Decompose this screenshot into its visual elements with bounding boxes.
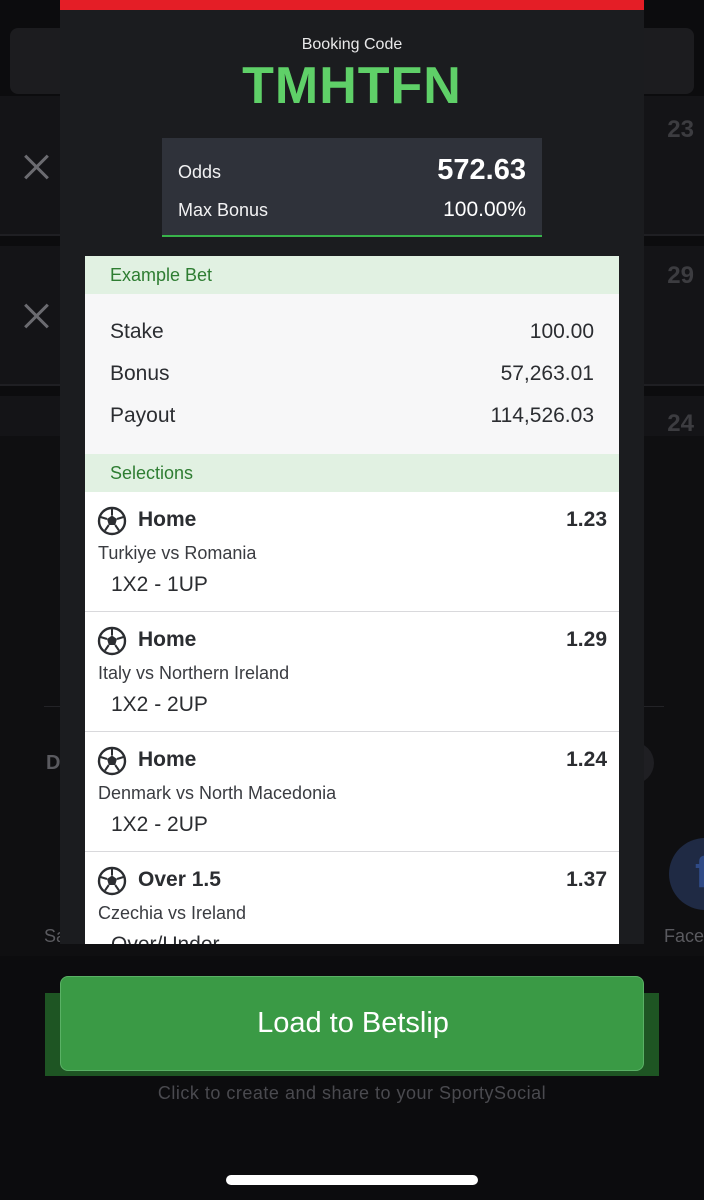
soccer-ball-icon [97,866,127,896]
selection-odd: 1.23 [566,508,607,531]
selections-heading: Selections [110,463,194,483]
selection-market: 1X2 - 1UP [111,573,208,596]
soccer-ball-icon [97,746,127,776]
bonus-value: 57,263.01 [500,362,594,385]
selection-match: Turkiye vs Romania [98,543,257,563]
selection-odd: 1.24 [566,748,607,771]
bet-details-card: Example Bet Stake 100.00 Bonus 57,263.01… [85,256,619,944]
selection-pick: Home [138,748,197,771]
facebook-label: Face [664,926,704,946]
screen: 23 29 24 D Sa Face Click to create and s… [0,0,704,1200]
selection-odd: 1.29 [566,628,607,651]
odds-summary: Odds 572.63 Max Bonus 100.00% [162,138,542,237]
selection-item: Over 1.5 1.37 Czechia vs Ireland Over/Un… [85,852,619,944]
selection-item: Home 1.24 Denmark vs North Macedonia 1X2… [85,732,619,852]
background-odd: 24 [667,410,694,437]
stake-value: 100.00 [529,320,594,343]
soccer-ball-icon [97,626,127,656]
load-to-betslip-button[interactable]: Load to Betslip [60,976,644,1071]
close-icon[interactable] [20,151,52,183]
booking-code: TMHTFN [242,57,462,115]
background-odd: 23 [667,116,694,143]
selections-header: Selections [85,454,619,492]
booking-code-label: Booking Code [301,36,403,53]
selection-market: Over/Under [111,933,220,944]
bonus-label: Bonus [110,362,170,385]
load-to-betslip-label: Load to Betslip [257,1007,449,1039]
odds-label: Odds [178,162,222,182]
payout-value: 114,526.03 [490,404,594,427]
share-hint-text: Click to create and share to your Sporty… [157,1083,547,1103]
background-odd: 29 [667,262,694,289]
selection-match: Czechia vs Ireland [98,903,247,923]
selection-odd: 1.37 [566,868,607,891]
soccer-ball-icon [97,506,127,536]
selection-pick: Home [138,508,197,531]
selection-pick: Over 1.5 [138,868,221,891]
selection-match: Italy vs Northern Ireland [98,663,290,683]
background-section-letter: D [46,752,61,774]
home-indicator[interactable] [226,1175,478,1185]
selection-item: Home 1.23 Turkiye vs Romania 1X2 - 1UP [85,492,619,612]
modal-top-accent [60,0,644,10]
selection-market: 1X2 - 2UP [111,693,208,716]
max-bonus-label: Max Bonus [178,200,269,220]
selection-item: Home 1.29 Italy vs Northern Ireland 1X2 … [85,612,619,732]
example-bet-heading: Example Bet [110,265,213,285]
odds-value: 572.63 [437,154,526,186]
stake-label: Stake [110,320,164,343]
selection-market: 1X2 - 2UP [111,813,208,836]
selection-match: Denmark vs North Macedonia [98,783,337,803]
selection-pick: Home [138,628,197,651]
close-icon[interactable] [20,300,52,332]
example-bet-header: Example Bet [85,256,619,294]
max-bonus-value: 100.00% [443,198,526,221]
payout-label: Payout [110,404,176,427]
booking-code-modal: Booking Code TMHTFN Odds 572.63 Max Bonu… [60,0,644,944]
